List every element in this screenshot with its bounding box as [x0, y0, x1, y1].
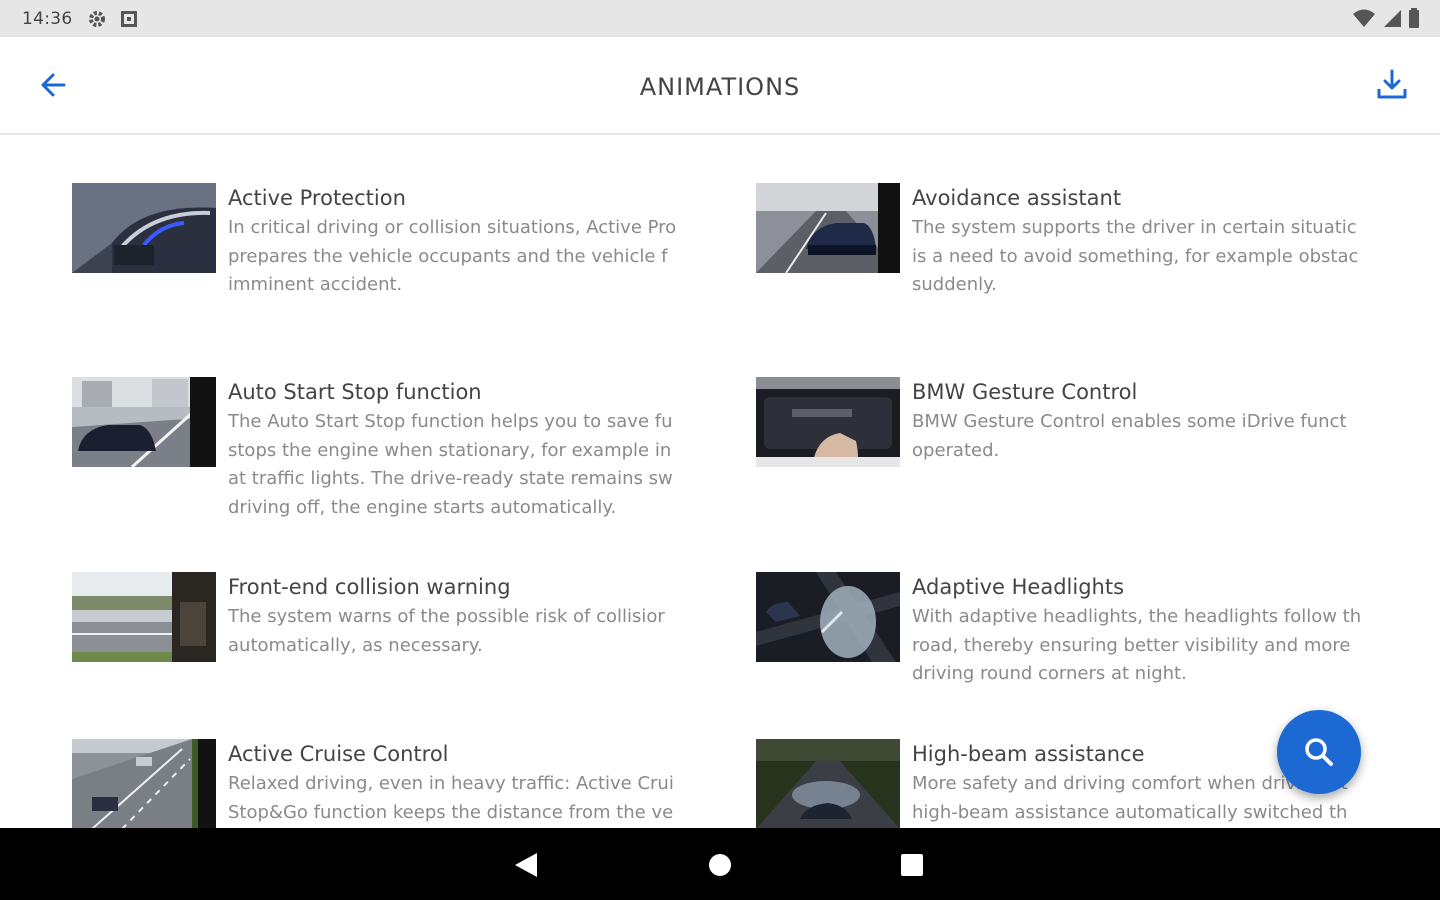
nav-back-button[interactable] [511, 850, 541, 880]
battery-icon [1408, 8, 1420, 32]
thumbnail-adaptive-headlights [756, 572, 900, 662]
back-triangle-icon [515, 853, 537, 877]
nav-recents-button[interactable] [897, 850, 927, 880]
signal-icon [1382, 8, 1402, 32]
item-description: Relaxed driving, even in heavy traffic: … [228, 773, 674, 823]
status-time: 14:36 [22, 8, 73, 29]
notification-icon [120, 10, 137, 27]
item-title: Auto Start Stop function [228, 380, 482, 404]
thumbnail-avoidance-assistant [756, 183, 900, 273]
search-icon [1305, 738, 1333, 766]
item-description: The Auto Start Stop function helps you t… [228, 411, 673, 518]
item-title: Active Protection [228, 186, 406, 210]
thumbnail-cruise-control [72, 739, 216, 828]
list-item[interactable]: Adaptive Headlights With adaptive headli… [756, 572, 1376, 689]
item-title: Avoidance assistant [912, 186, 1122, 210]
list-item[interactable]: Avoidance assistant The system supports … [756, 183, 1376, 300]
thumbnail-gesture-control [756, 377, 900, 467]
item-description: The system supports the driver in certai… [912, 217, 1359, 295]
item-title: Active Cruise Control [228, 742, 449, 766]
item-description: The system warns of the possible risk of… [228, 606, 665, 656]
list-item[interactable]: Front-end collision warning The system w… [72, 572, 692, 662]
wifi-icon [1352, 8, 1376, 32]
item-title: Adaptive Headlights [912, 575, 1125, 599]
nav-home-button[interactable] [705, 850, 735, 880]
item-title: BMW Gesture Control [912, 380, 1138, 404]
search-button[interactable] [1277, 710, 1361, 794]
download-icon [1377, 69, 1407, 99]
item-description: In critical driving or collision situati… [228, 217, 677, 295]
page-title: ANIMATIONS [639, 73, 801, 101]
list-item[interactable]: Active Cruise Control Relaxed driving, e… [72, 739, 692, 828]
recents-square-icon [901, 854, 923, 876]
home-circle-icon [709, 854, 731, 876]
animations-list[interactable]: Active Protection In critical driving or… [0, 135, 1440, 828]
list-item[interactable]: Auto Start Stop function The Auto Start … [72, 377, 692, 522]
download-button[interactable] [1372, 67, 1412, 103]
item-description: BMW Gesture Control enables some iDrive … [912, 411, 1347, 461]
navigation-bar [0, 828, 1440, 900]
list-item[interactable]: BMW Gesture Control BMW Gesture Control … [756, 377, 1376, 467]
thumbnail-high-beam [756, 739, 900, 828]
thumbnail-auto-start-stop [72, 377, 216, 467]
status-bar: 14:36 [0, 0, 1440, 37]
gear-icon [87, 9, 107, 29]
thumbnail-collision-warning [72, 572, 216, 662]
item-description: With adaptive headlights, the headlights… [912, 606, 1362, 684]
thumbnail-active-protection [72, 183, 216, 273]
item-title: Front-end collision warning [228, 575, 511, 599]
app-bar: ANIMATIONS [0, 37, 1440, 135]
list-item[interactable]: Active Protection In critical driving or… [72, 183, 692, 300]
